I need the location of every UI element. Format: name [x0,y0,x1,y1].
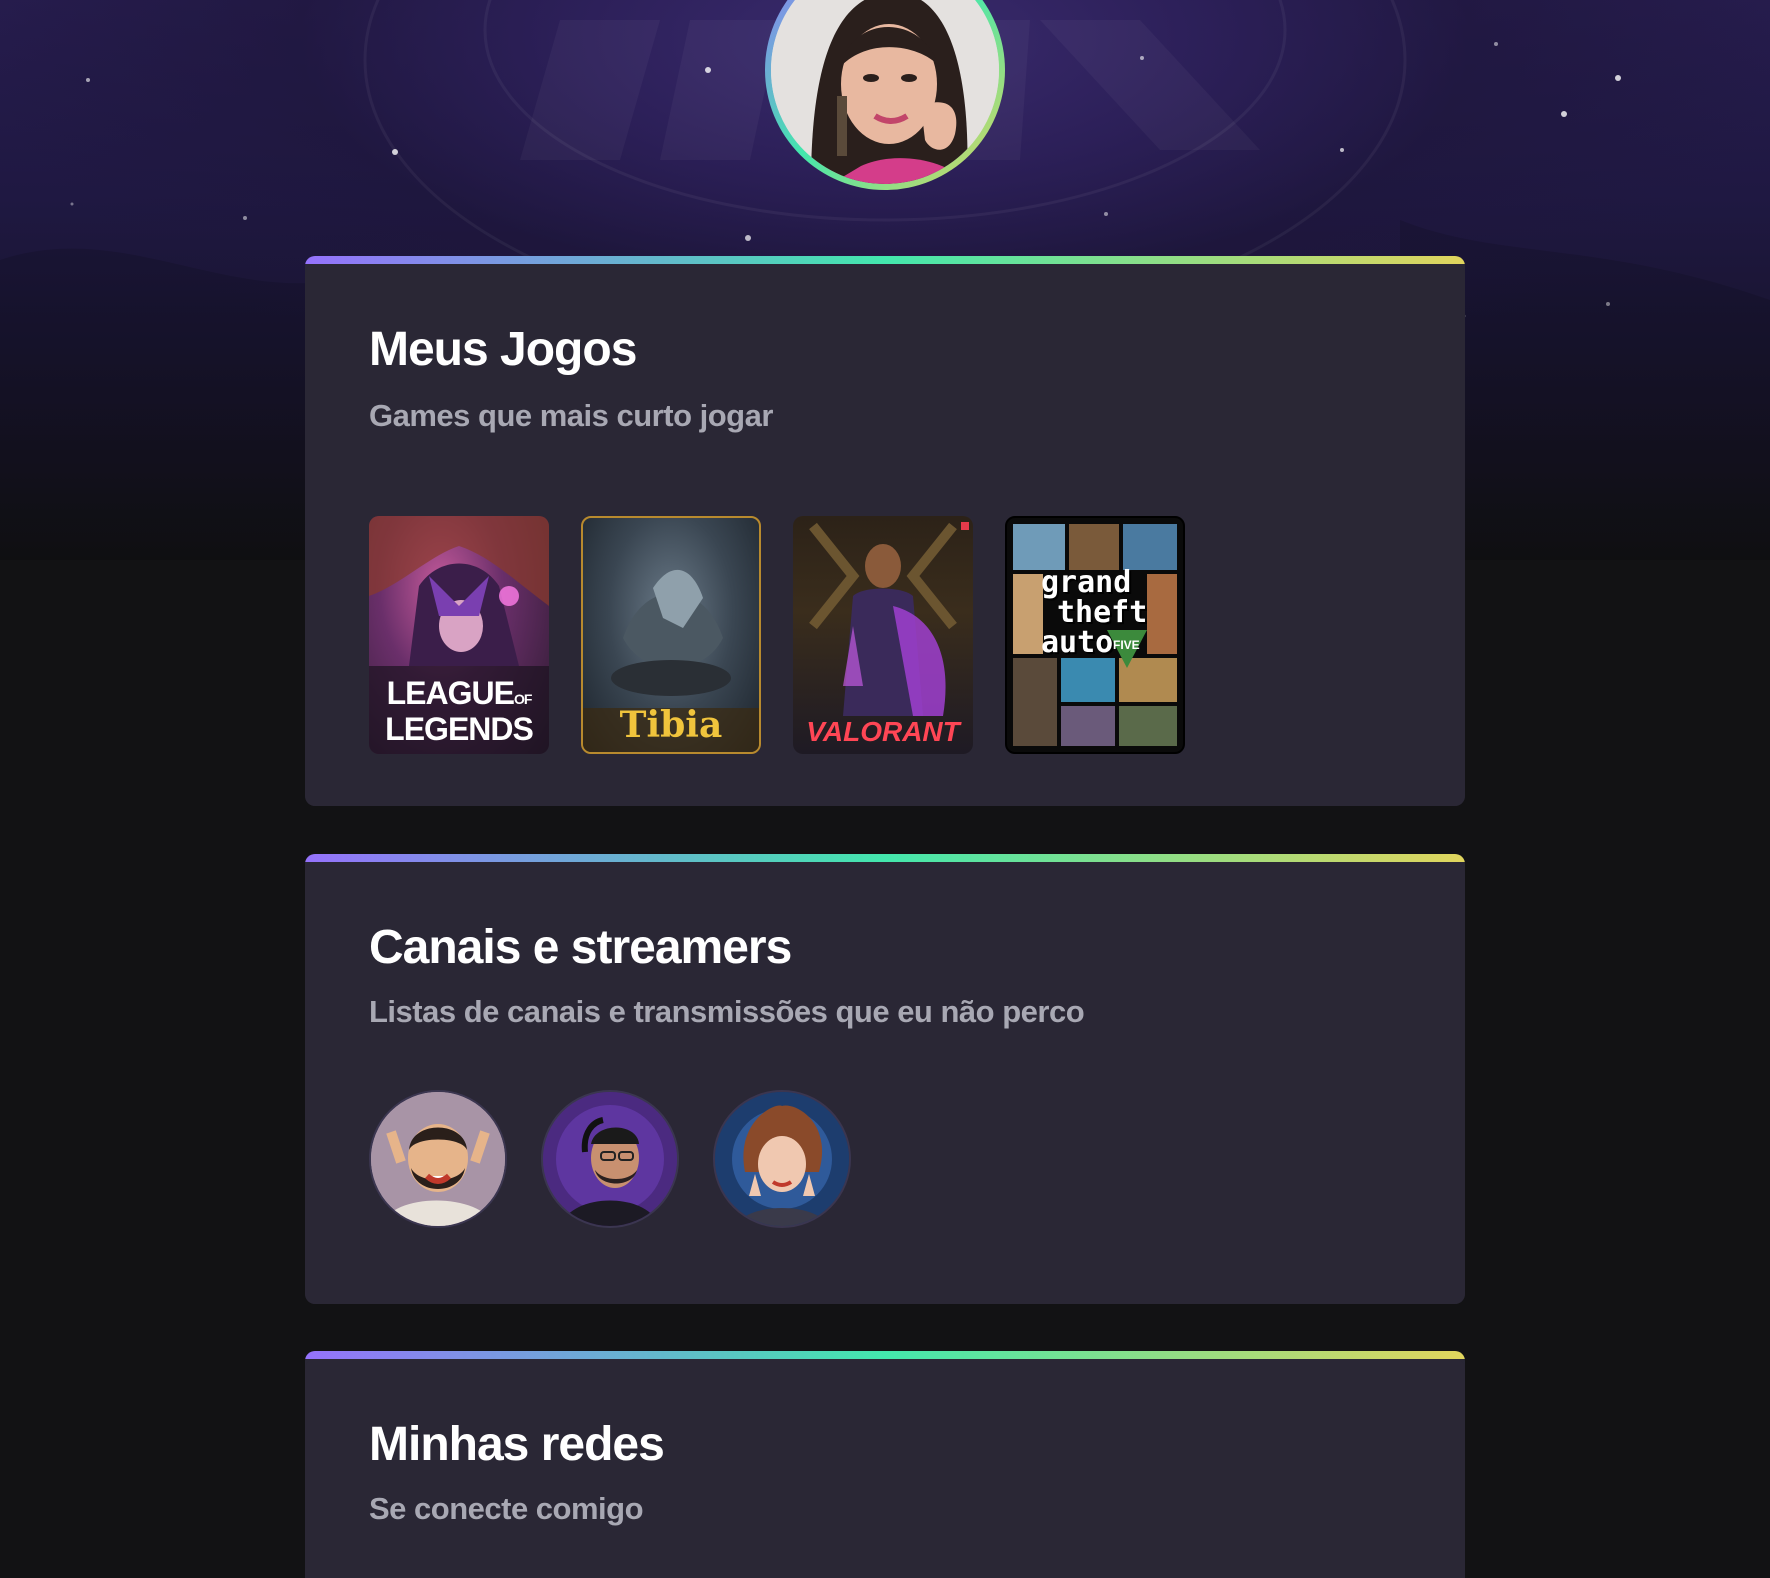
valorant-logo: VALORANT [806,716,960,747]
social-card-body: Minhas redes Se conecte comigo [305,1359,1465,1578]
streamer-avatar-1-icon[interactable] [369,1090,507,1228]
streamers-card: Canais e streamers Listas de canais e tr… [305,854,1465,1304]
games-subtitle: Games que mais curto jogar [369,398,773,433]
games-card: Meus Jogos Games que mais curto jogar LE… [305,256,1465,806]
games-list: LEAGUEOF LEGENDS Tibia VALORANT grand th… [369,516,1185,754]
profile-avatar[interactable] [771,0,999,184]
profile-photo-icon [771,0,999,184]
streamers-list [369,1090,851,1228]
game-card-tibia[interactable]: Tibia [581,516,761,754]
social-subtitle: Se conecte comigo [369,1491,644,1526]
tibia-logo: Tibia [619,704,723,746]
streamers-subtitle: Listas de canais e transmissões que eu n… [369,994,1085,1029]
game-card-gta-v[interactable]: grand theft auto FIVE [1005,516,1185,754]
gta-v-five-badge: FIVE [1113,638,1140,652]
streamer-avatar-3-icon[interactable] [713,1090,851,1228]
league-of-legends-logo: LEAGUEOF LEGENDS [385,675,534,747]
streamers-card-body: Canais e streamers Listas de canais e tr… [305,862,1465,1304]
game-card-league-of-legends[interactable]: LEAGUEOF LEGENDS [369,516,549,754]
game-card-valorant[interactable]: VALORANT [793,516,973,754]
social-card: Minhas redes Se conecte comigo [305,1351,1465,1578]
streamer-avatar-2-icon[interactable] [541,1090,679,1228]
streamers-title: Canais e streamers [369,921,792,974]
social-title: Minhas redes [369,1418,665,1471]
games-card-body: Meus Jogos Games que mais curto jogar LE… [305,264,1465,806]
games-title: Meus Jogos [369,323,637,376]
